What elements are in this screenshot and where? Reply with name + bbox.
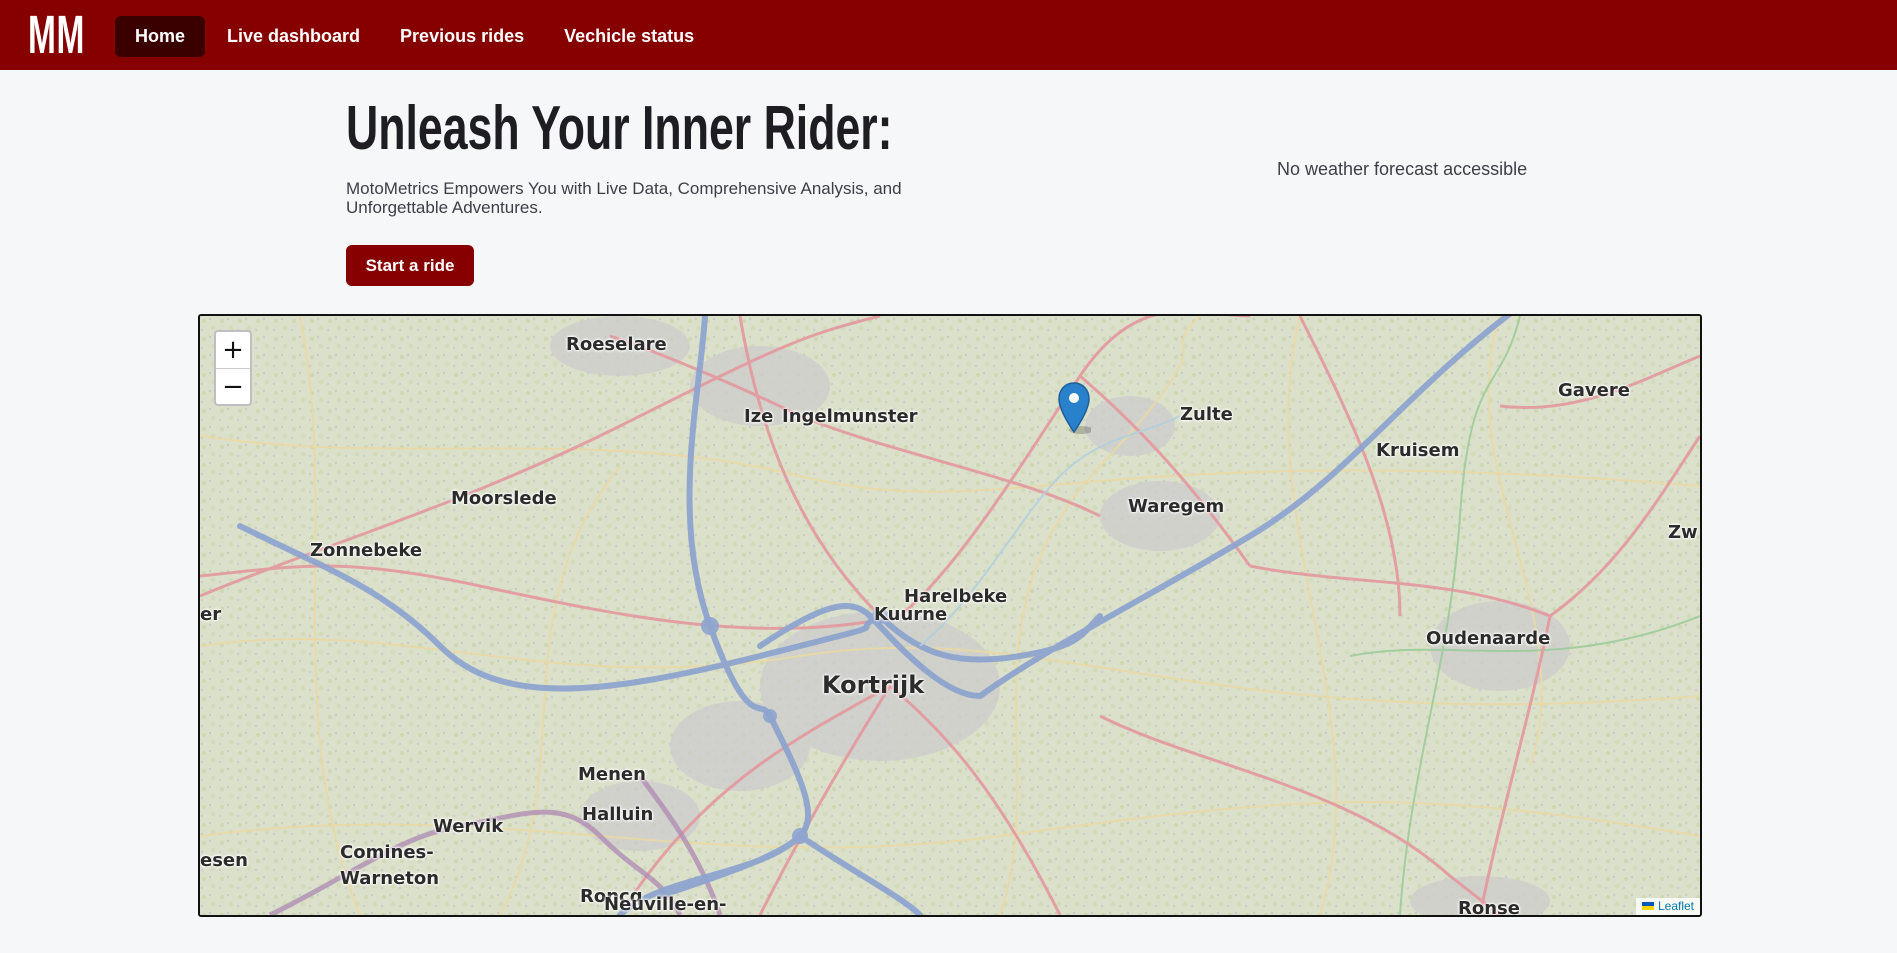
top-navbar: MM Home Live dashboard Previous rides Ve… xyxy=(0,0,1897,70)
place-label: Kruisem xyxy=(1376,440,1460,461)
zoom-control: + − xyxy=(214,330,252,406)
ukraine-flag-icon xyxy=(1641,902,1654,910)
place-label: Ronse xyxy=(1458,898,1520,917)
place-label: Zulte xyxy=(1180,404,1233,425)
place-label: Warneton xyxy=(340,868,440,889)
place-label: Roeselare xyxy=(566,334,667,355)
place-label: Oudenaarde xyxy=(1426,628,1551,649)
logo[interactable]: MM xyxy=(28,8,85,62)
main-nav: Home Live dashboard Previous rides Vechi… xyxy=(115,16,714,57)
map-attribution: Leaflet xyxy=(1635,898,1700,915)
place-label: Zw xyxy=(1668,522,1698,543)
nav-home[interactable]: Home xyxy=(115,16,206,57)
leaflet-link[interactable]: Leaflet xyxy=(1658,899,1694,913)
place-label: Comines- xyxy=(340,842,434,863)
zoom-in-button[interactable]: + xyxy=(216,332,250,368)
place-label: esen xyxy=(200,850,248,871)
weather-forecast-text: No weather forecast accessible xyxy=(1277,159,1528,179)
place-label: er xyxy=(200,604,222,625)
place-label: Halluin xyxy=(582,804,654,825)
place-label: Kuurne xyxy=(874,604,948,625)
place-label: Gavere xyxy=(1558,380,1630,401)
place-label: Neuville-en- xyxy=(604,894,727,915)
place-label: Wervik xyxy=(433,816,504,837)
map-view[interactable]: Roeselare Ize Ingelmunster Zulte Gavere … xyxy=(198,314,1702,917)
hero-subtitle: MotoMetrics Empowers You with Live Data,… xyxy=(346,179,902,217)
place-label: Ize xyxy=(744,406,774,427)
place-label: Zonnebeke xyxy=(310,540,423,561)
nav-vehicle-status[interactable]: Vechicle status xyxy=(544,16,714,57)
start-ride-button[interactable]: Start a ride xyxy=(346,245,474,286)
place-label: Ingelmunster xyxy=(782,406,918,427)
map-tiles[interactable] xyxy=(200,316,1700,915)
zoom-out-button[interactable]: − xyxy=(216,368,250,404)
place-label: Waregem xyxy=(1128,496,1225,517)
place-label: Menen xyxy=(578,764,646,785)
hero-title: Unleash Your Inner Rider: xyxy=(346,94,893,163)
location-marker-icon[interactable] xyxy=(1057,382,1091,434)
nav-previous-rides[interactable]: Previous rides xyxy=(380,16,544,57)
nav-live-dashboard[interactable]: Live dashboard xyxy=(207,16,380,57)
place-label: Moorslede xyxy=(451,488,557,509)
place-label: Kortrijk xyxy=(822,671,925,699)
